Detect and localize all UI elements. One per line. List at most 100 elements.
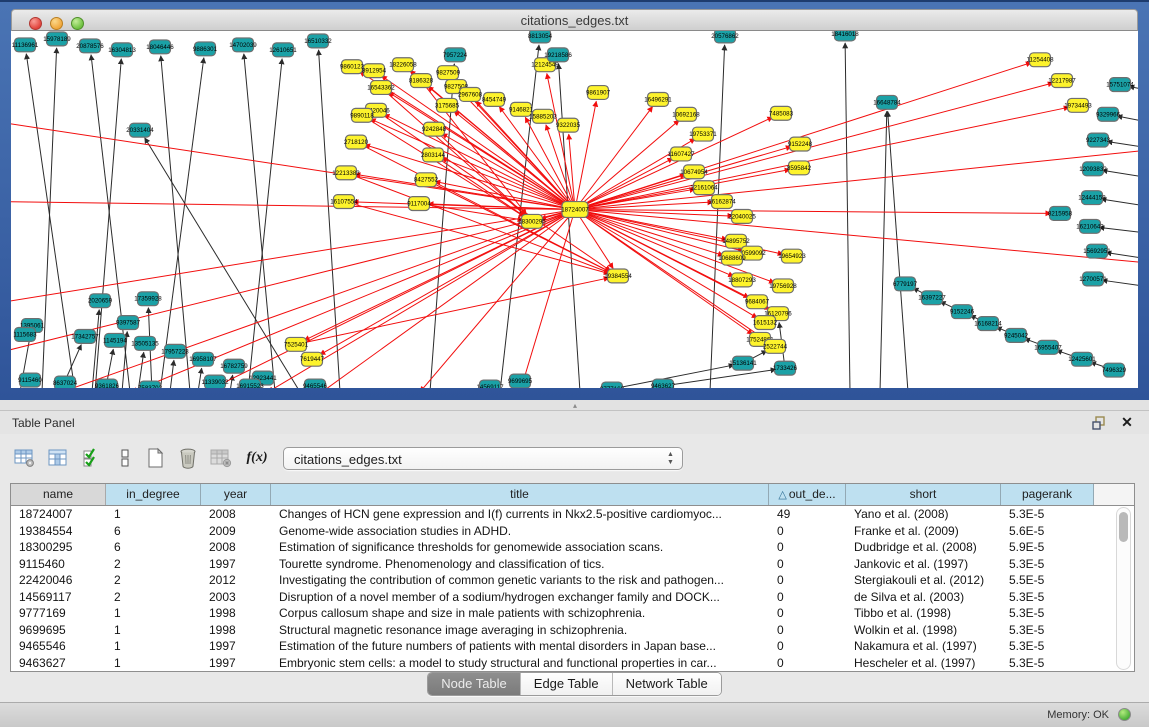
graph-node[interactable]: 9115460	[18, 373, 42, 387]
network-canvas[interactable]: 9860123891295418226058818632898275099827…	[11, 31, 1138, 388]
graph-node[interactable]: 8427552	[414, 173, 439, 187]
restore-panel-icon[interactable]	[1091, 415, 1107, 431]
scrollbar-thumb[interactable]	[1119, 512, 1128, 542]
panel-divider[interactable]: ▴	[0, 400, 1149, 411]
graph-node[interactable]: 11339032	[201, 375, 229, 388]
graph-node[interactable]: 9699695	[508, 374, 533, 388]
graph-node[interactable]: 3175685	[435, 98, 460, 112]
graph-node[interactable]: 1115683	[13, 328, 37, 342]
graph-node[interactable]: 12610651	[269, 43, 297, 57]
tab-network-table[interactable]: Network Table	[613, 673, 721, 695]
graph-node[interactable]: 7957224	[443, 48, 468, 62]
graph-node[interactable]: 2718120	[344, 135, 369, 149]
graph-node[interactable]: 20331404	[126, 123, 154, 137]
table-row[interactable]: 911546021997Tourette syndrome. Phenomeno…	[11, 556, 1134, 573]
graph-node[interactable]: 22040025	[728, 210, 756, 224]
graph-node[interactable]: 19734493	[1064, 98, 1092, 112]
column-visibility-icon[interactable]	[45, 445, 71, 471]
graph-node[interactable]: 16496291	[644, 92, 672, 106]
graph-node[interactable]: 19218586	[544, 48, 572, 62]
graph-node[interactable]: 17342757	[71, 329, 99, 343]
graph-node[interactable]: 15136141	[729, 356, 757, 370]
graph-node[interactable]: 7583702	[138, 381, 163, 388]
graph-node[interactable]: 9361826	[95, 379, 120, 388]
graph-node[interactable]: 15978189	[43, 32, 71, 46]
graph-node[interactable]: 8186328	[409, 74, 434, 88]
graph-node[interactable]: 9322035	[556, 118, 581, 132]
graph-node[interactable]: 16162874	[708, 195, 736, 209]
graph-node[interactable]: 7485083	[769, 106, 794, 120]
graph-node[interactable]: 17359928	[134, 292, 162, 306]
graph-node[interactable]: 1733426	[773, 361, 798, 375]
graph-node[interactable]: 10692168	[672, 107, 700, 121]
graph-node[interactable]: 16210643	[1076, 219, 1104, 233]
graph-node[interactable]: 9827509	[436, 66, 461, 80]
select-columns-icon[interactable]	[79, 445, 105, 471]
graph-node[interactable]: 8454749	[482, 92, 507, 106]
graph-node[interactable]: 19756928	[769, 279, 797, 293]
graph-node[interactable]: 12700571	[1079, 272, 1107, 286]
graph-node[interactable]: 11254408	[1026, 53, 1054, 67]
delete-column-icon[interactable]	[175, 445, 201, 471]
graph-node[interactable]: 20878576	[76, 39, 104, 53]
graph-node[interactable]: 8637024	[53, 376, 78, 388]
graph-node[interactable]: 2522744	[763, 339, 788, 353]
graph-node[interactable]: 19654923	[778, 249, 806, 263]
graph-node[interactable]: 16107554	[330, 195, 358, 209]
graph-node[interactable]: 10674954	[680, 165, 708, 179]
graph-node[interactable]: 13505135	[131, 336, 159, 350]
graph-node[interactable]: 16168214	[974, 317, 1002, 331]
graph-node[interactable]: 9463627	[651, 379, 676, 388]
graph-node[interactable]: 7496329	[1102, 363, 1127, 377]
graph-node[interactable]: 9777169	[600, 382, 625, 388]
graph-node[interactable]: 15692951	[1083, 244, 1111, 258]
column-header-out_de[interactable]: △out_de...	[769, 484, 846, 505]
graph-node[interactable]: 12217987	[1048, 74, 1076, 88]
graph-node[interactable]: 15751074	[1106, 78, 1134, 92]
table-row[interactable]: 1830029562008Estimation of significance …	[11, 539, 1134, 556]
graph-node[interactable]: 7525401	[284, 337, 309, 351]
graph-node[interactable]: 16648784	[873, 95, 901, 109]
graph-node[interactable]: 9886301	[193, 42, 218, 56]
table-row[interactable]: 977716911998Corpus callosum shape and si…	[11, 605, 1134, 622]
table-scrollbar[interactable]	[1116, 507, 1131, 670]
table-row[interactable]: 969969511998Structural magnetic resonanc…	[11, 622, 1134, 639]
graph-node[interactable]: 11136961	[12, 38, 39, 52]
graph-node[interactable]: 9861907	[586, 86, 611, 100]
graph-node[interactable]: 2803144	[421, 148, 446, 162]
graph-node[interactable]: 16915523	[236, 379, 264, 388]
graph-node[interactable]: 16955407	[1034, 340, 1062, 354]
tab-node-table[interactable]: Node Table	[428, 673, 521, 695]
graph-node[interactable]: 17957223	[161, 344, 189, 358]
graph-node[interactable]: 12093832	[1079, 162, 1107, 176]
graph-node[interactable]: 8813054	[528, 31, 553, 43]
graph-node[interactable]: 14569117	[476, 380, 504, 388]
graph-node[interactable]: 9684067	[745, 295, 770, 309]
table-row[interactable]: 946554611997Estimation of the future num…	[11, 638, 1134, 655]
graph-node[interactable]: 11607427	[667, 147, 695, 161]
new-column-icon[interactable]	[142, 445, 168, 471]
tab-edge-table[interactable]: Edge Table	[521, 673, 613, 695]
graph-node[interactable]: 1145194	[103, 333, 127, 347]
graph-node[interactable]: 18226058	[389, 58, 417, 72]
graph-hub-node[interactable]: 18724007	[561, 202, 589, 218]
graph-node[interactable]: 16543362	[367, 81, 395, 95]
graph-node[interactable]: 7619447	[300, 352, 325, 366]
window-titlebar[interactable]: citations_edges.txt	[11, 9, 1138, 31]
graph-node[interactable]: 2967608	[458, 88, 483, 102]
graph-node[interactable]: 9242848	[422, 122, 447, 136]
column-header-name[interactable]: name	[11, 484, 106, 505]
column-header-title[interactable]: title	[271, 484, 769, 505]
table-mode-icon[interactable]	[12, 445, 38, 471]
table-row[interactable]: 1456911722003Disruption of a novel membe…	[11, 589, 1134, 606]
graph-node[interactable]: 9245042	[1004, 329, 1029, 343]
graph-node[interactable]: 18807293	[728, 273, 756, 287]
column-header-short[interactable]: short	[846, 484, 1001, 505]
graph-node[interactable]: 18416018	[831, 31, 859, 41]
graph-node[interactable]: 20576862	[711, 31, 739, 43]
graph-node[interactable]: 1615132	[753, 316, 778, 330]
panel-resize-handle-icon[interactable]: ▴	[570, 402, 580, 409]
table-row[interactable]: 1938455462009Genome-wide association stu…	[11, 523, 1134, 540]
graph-node[interactable]: 2020659	[88, 294, 113, 308]
graph-node[interactable]: 12213383	[332, 166, 360, 180]
